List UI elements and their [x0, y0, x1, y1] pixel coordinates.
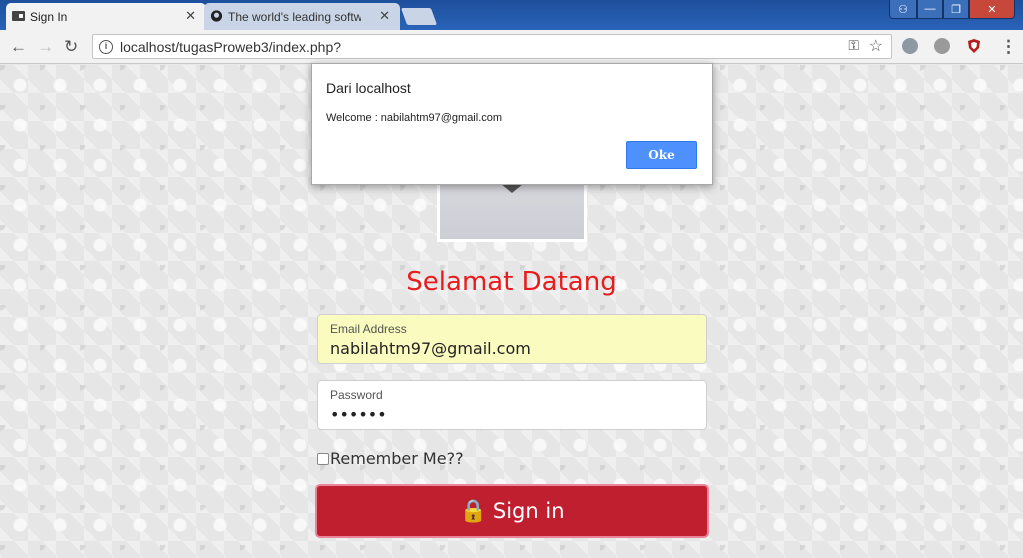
alert-message: Welcome : nabilahtm97@gmail.com	[326, 112, 503, 124]
lock-icon: 🔒	[459, 498, 487, 524]
shield-extension-icon[interactable]	[966, 38, 982, 54]
remember-me[interactable]: Remember Me??	[317, 449, 464, 468]
site-logo	[437, 175, 587, 242]
site-info-icon[interactable]: i	[99, 39, 113, 54]
tab-label: The world's leading software	[228, 9, 361, 24]
maximize-button[interactable]: ❐	[943, 0, 969, 19]
minimize-button[interactable]: —	[917, 0, 943, 19]
extension-icon[interactable]	[902, 38, 918, 54]
close-tab-icon[interactable]: ✕	[379, 8, 390, 24]
tab-github[interactable]: The world's leading software ✕	[204, 3, 400, 30]
globe-extension-icon[interactable]	[934, 38, 950, 54]
sign-in-button[interactable]: 🔒 Sign in	[315, 484, 709, 538]
github-icon	[210, 10, 223, 22]
back-button[interactable]: ←	[10, 37, 27, 57]
bookmark-star-icon[interactable]: ☆	[869, 36, 883, 56]
close-tab-icon[interactable]: ✕	[185, 8, 196, 24]
tab-sign-in[interactable]: Sign In ✕	[6, 3, 206, 30]
alert-title: Dari localhost	[326, 80, 411, 96]
page-favicon-icon	[12, 11, 25, 21]
email-label: Email Address	[330, 322, 407, 336]
tab-label: Sign In	[30, 9, 68, 24]
reload-button[interactable]: ↻	[64, 37, 78, 57]
new-tab-button[interactable]	[400, 8, 438, 25]
browser-titlebar: Sign In ✕ The world's leading software ✕…	[0, 0, 1023, 30]
password-field[interactable]: Password ••••••	[317, 380, 707, 430]
password-input[interactable]: ••••••	[330, 405, 694, 424]
forward-button[interactable]: →	[37, 37, 54, 57]
password-label: Password	[330, 388, 383, 402]
alert-ok-button[interactable]: Oke	[626, 141, 697, 169]
address-bar[interactable]: i localhost/tugasProweb3/index.php? ⚿ ☆	[92, 34, 892, 59]
email-input[interactable]: nabilahtm97@gmail.com	[330, 339, 694, 358]
browser-menu-button[interactable]: ⋮	[1000, 37, 1017, 57]
url-text[interactable]: localhost/tugasProweb3/index.php?	[120, 39, 341, 55]
browser-toolbar: ← → ↻ i localhost/tugasProweb3/index.php…	[0, 30, 1023, 64]
key-icon[interactable]: ⚿	[848, 37, 859, 54]
user-profile-button[interactable]: ⚇	[889, 0, 917, 19]
sign-in-label: Sign in	[492, 499, 565, 523]
remember-me-label: Remember Me??	[330, 449, 464, 468]
remember-me-checkbox[interactable]	[317, 452, 329, 465]
alert-dialog: Dari localhost Welcome : nabilahtm97@gma…	[311, 63, 713, 185]
email-field[interactable]: Email Address nabilahtm97@gmail.com	[317, 314, 707, 364]
close-window-button[interactable]: ✕	[969, 0, 1015, 19]
page-heading: Selamat Datang	[406, 267, 617, 297]
